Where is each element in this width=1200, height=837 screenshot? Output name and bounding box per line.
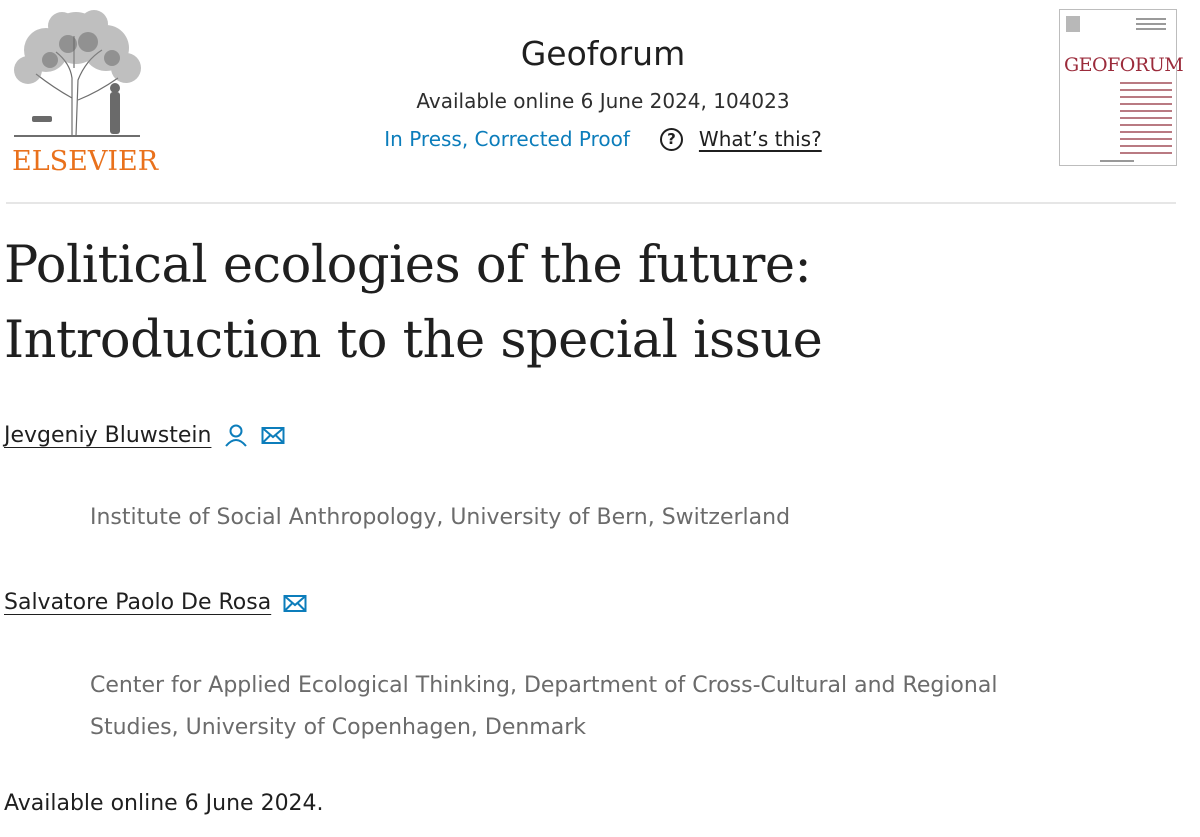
author-row-1: Jevgeniy Bluwstein [4, 422, 285, 448]
journal-title-link[interactable]: Geoforum [521, 34, 686, 74]
author-name-link[interactable]: Salvatore Paolo De Rosa [4, 590, 271, 615]
cover-title: GEOFORUM [1064, 54, 1184, 76]
elsevier-logo[interactable]: ELSEVIER [6, 8, 158, 177]
author-name-link[interactable]: Jevgeniy Bluwstein [4, 423, 211, 448]
elsevier-wordmark: ELSEVIER [12, 146, 159, 177]
person-icon[interactable] [223, 422, 249, 448]
elsevier-tree-logo-icon [14, 10, 141, 137]
author-affiliation-1: Institute of Social Anthropology, Univer… [90, 505, 791, 530]
envelope-icon[interactable] [261, 425, 285, 445]
whats-this-link[interactable]: What’s this? [699, 126, 822, 152]
cover-meta-lines [1136, 18, 1166, 33]
article-status-link[interactable]: In Press, Corrected Proof [384, 126, 630, 152]
affiliation-line-2: Studies, University of Copenhagen, Denma… [90, 715, 586, 740]
article-title: Political ecologies of the future: Intro… [4, 228, 1184, 378]
author-row-2: Salvatore Paolo De Rosa [4, 590, 307, 615]
publication-info: Available online 6 June 2024, 104023 [416, 89, 790, 113]
status-row: In Press, Corrected Proof ? What’s this? [300, 126, 906, 152]
cover-publisher-logo [1066, 16, 1080, 32]
envelope-icon[interactable] [283, 593, 307, 613]
article-title-line-1: Political ecologies of the future: [4, 236, 812, 295]
cover-text-lines [1120, 82, 1172, 159]
header-divider [6, 202, 1176, 204]
author-affiliation-2: Center for Applied Ecological Thinking, … [90, 665, 997, 749]
affiliation-line-1: Center for Applied Ecological Thinking, … [90, 673, 998, 698]
journal-info: Geoforum Available online 6 June 2024, 1… [300, 34, 906, 152]
journal-cover-thumbnail[interactable]: GEOFORUM [1059, 9, 1184, 166]
cover-footer-line [1100, 160, 1134, 162]
article-title-line-2: Introduction to the special issue [4, 311, 823, 370]
available-online-date: Available online 6 June 2024. [4, 791, 324, 816]
help-circle-icon[interactable]: ? [659, 127, 683, 151]
article-header: ELSEVIER Geoforum Available online 6 Jun… [0, 0, 1200, 200]
